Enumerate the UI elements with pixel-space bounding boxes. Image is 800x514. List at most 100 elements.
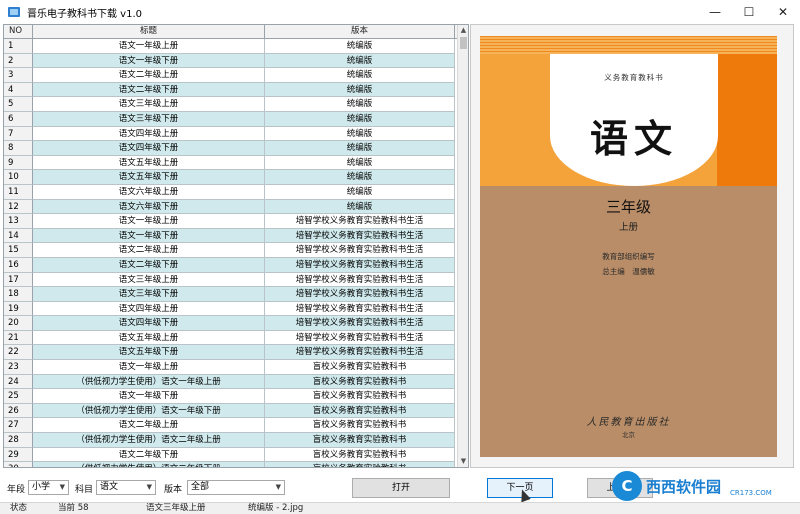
cell-version[interactable]: 培智学校义务教育实验教科书生活 [265, 228, 455, 244]
cell-title[interactable]: 语文三年级下册 [33, 111, 265, 127]
table-row[interactable]: 8 语文四年级下册 统编版 [4, 141, 459, 156]
cell-title[interactable]: 语文五年级上册 [33, 155, 265, 171]
table-row[interactable]: 17 语文三年级上册 培智学校义务教育实验教科书生活 [4, 272, 459, 288]
table-scrollbar[interactable]: ▲ ▼ [457, 25, 468, 467]
cell-title[interactable]: 语文三年级上册 [33, 272, 265, 288]
cell-no[interactable]: 6 [4, 111, 33, 127]
cell-version[interactable]: 盲校义务教育实验教科书 [265, 389, 455, 404]
cell-version[interactable]: 盲校义务教育实验教科书 [265, 462, 455, 467]
cell-title[interactable]: 语文二年级下册 [33, 82, 265, 98]
table-row[interactable]: 4 语文二年级下册 统编版 [4, 82, 459, 98]
cell-version[interactable]: 统编版 [265, 68, 455, 83]
cell-no[interactable]: 28 [4, 433, 33, 448]
open-button[interactable]: 打开 [352, 478, 450, 498]
table-row[interactable]: 25 语文一年级下册 盲校义务教育实验教科书 [4, 389, 459, 404]
scroll-thumb[interactable] [460, 37, 467, 49]
cell-no[interactable]: 20 [4, 316, 33, 331]
cell-no[interactable]: 25 [4, 389, 33, 404]
table-row[interactable]: 9 语文五年级上册 统编版 [4, 155, 459, 171]
table-row[interactable]: 5 语文三年级上册 统编版 [4, 97, 459, 112]
cell-no[interactable]: 5 [4, 97, 33, 112]
cell-title[interactable]: 语文四年级下册 [33, 316, 265, 331]
cell-version[interactable]: 统编版 [265, 155, 455, 171]
cell-title[interactable]: 语文三年级上册 [33, 97, 265, 112]
cell-no[interactable]: 19 [4, 301, 33, 317]
table-row[interactable]: 29 语文二年级下册 盲校义务教育实验教科书 [4, 447, 459, 463]
table-row[interactable]: 24 （供低视力学生使用）语文一年级上册 盲校义务教育实验教科书 [4, 374, 459, 390]
cell-title[interactable]: （供低视力学生使用）语文二年级上册 [33, 433, 265, 448]
table-row[interactable]: 10 语文五年级下册 统编版 [4, 170, 459, 185]
cell-version[interactable]: 培智学校义务教育实验教科书生活 [265, 287, 455, 302]
version-select[interactable]: 全部 ▼ [187, 480, 285, 495]
cell-title[interactable]: 语文五年级上册 [33, 330, 265, 346]
cell-version[interactable]: 统编版 [265, 97, 455, 112]
cell-title[interactable]: （供低视力学生使用）语文一年级上册 [33, 374, 265, 390]
table-row[interactable]: 20 语文四年级下册 培智学校义务教育实验教科书生活 [4, 316, 459, 331]
table-row[interactable]: 15 语文二年级上册 培智学校义务教育实验教科书生活 [4, 243, 459, 258]
table-row[interactable]: 7 语文四年级上册 统编版 [4, 126, 459, 142]
maximize-button[interactable]: ☐ [732, 0, 766, 24]
cell-version[interactable]: 培智学校义务教育实验教科书生活 [265, 316, 455, 331]
cell-version[interactable]: 盲校义务教育实验教科书 [265, 418, 455, 434]
table-row[interactable]: 27 语文二年级上册 盲校义务教育实验教科书 [4, 418, 459, 434]
cell-no[interactable]: 27 [4, 418, 33, 434]
table-row[interactable]: 3 语文二年级上册 统编版 [4, 68, 459, 83]
minimize-button[interactable]: — [698, 0, 732, 24]
cell-no[interactable]: 17 [4, 272, 33, 288]
table-row[interactable]: 11 语文六年级上册 统编版 [4, 184, 459, 200]
table-row[interactable]: 21 语文五年级上册 培智学校义务教育实验教科书生活 [4, 330, 459, 346]
cell-title[interactable]: 语文二年级上册 [33, 243, 265, 258]
cell-version[interactable]: 统编版 [265, 170, 455, 185]
cell-no[interactable]: 10 [4, 170, 33, 185]
cell-title[interactable]: 语文一年级下册 [33, 389, 265, 404]
cell-title[interactable]: 语文一年级下册 [33, 228, 265, 244]
table-row[interactable]: 23 语文一年级上册 盲校义务教育实验教科书 [4, 360, 459, 375]
cell-version[interactable]: 统编版 [265, 184, 455, 200]
cell-version[interactable]: 培智学校义务教育实验教科书生活 [265, 257, 455, 273]
cell-no[interactable]: 26 [4, 403, 33, 419]
cell-no[interactable]: 14 [4, 228, 33, 244]
table-row[interactable]: 13 语文一年级上册 培智学校义务教育实验教科书生活 [4, 214, 459, 229]
book-table[interactable]: NO 标题 版本 1 语文一年级上册 统编版 2 语文一年级下册 统编版 3 语文二年级上册统… [3, 24, 469, 468]
cell-no[interactable]: 24 [4, 374, 33, 390]
cell-version[interactable]: 统编版 [265, 82, 455, 98]
cell-no[interactable]: 9 [4, 155, 33, 171]
table-row[interactable]: 26 （供低视力学生使用）语文一年级下册 盲校义务教育实验教科书 [4, 403, 459, 419]
cell-version[interactable]: 培智学校义务教育实验教科书生活 [265, 330, 455, 346]
cell-title[interactable]: 语文二年级上册 [33, 418, 265, 434]
table-row[interactable]: 14 语文一年级下册 培智学校义务教育实验教科书生活 [4, 228, 459, 244]
header-no[interactable]: NO [4, 25, 33, 39]
cell-no[interactable]: 15 [4, 243, 33, 258]
cell-title[interactable]: 语文六年级下册 [33, 199, 265, 215]
cell-no[interactable]: 8 [4, 141, 33, 156]
cell-no[interactable]: 7 [4, 126, 33, 142]
header-version[interactable]: 版本 [265, 25, 455, 39]
table-row[interactable]: 16 语文二年级下册 培智学校义务教育实验教科书生活 [4, 257, 459, 273]
cell-no[interactable]: 18 [4, 287, 33, 302]
cell-no[interactable]: 22 [4, 345, 33, 361]
cell-title[interactable]: 语文四年级上册 [33, 301, 265, 317]
scroll-down-icon[interactable]: ▼ [458, 456, 468, 467]
stage-select[interactable]: 小学 ▼ [28, 480, 69, 495]
cell-version[interactable]: 统编版 [265, 199, 455, 215]
cell-no[interactable]: 2 [4, 53, 33, 69]
cell-title[interactable]: 语文一年级上册 [33, 39, 265, 54]
cell-version[interactable]: 统编版 [265, 39, 455, 54]
table-row[interactable]: 2 语文一年级下册 统编版 [4, 53, 459, 69]
cell-title[interactable]: 语文二年级下册 [33, 257, 265, 273]
cell-version[interactable]: 盲校义务教育实验教科书 [265, 433, 455, 448]
cell-no[interactable]: 12 [4, 199, 33, 215]
cell-version[interactable]: 统编版 [265, 126, 455, 142]
cell-no[interactable]: 23 [4, 360, 33, 375]
cell-no[interactable]: 4 [4, 82, 33, 98]
cell-title[interactable]: 语文六年级上册 [33, 184, 265, 200]
table-row[interactable]: 6 语文三年级下册 统编版 [4, 111, 459, 127]
scroll-up-icon[interactable]: ▲ [458, 25, 468, 36]
cell-version[interactable]: 盲校义务教育实验教科书 [265, 374, 455, 390]
cell-no[interactable]: 13 [4, 214, 33, 229]
cell-no[interactable]: 11 [4, 184, 33, 200]
table-row[interactable]: 19 语文四年级上册 培智学校义务教育实验教科书生活 [4, 301, 459, 317]
cell-version[interactable]: 培智学校义务教育实验教科书生活 [265, 214, 455, 229]
cell-version[interactable]: 统编版 [265, 141, 455, 156]
cell-title[interactable]: 语文五年级下册 [33, 345, 265, 361]
